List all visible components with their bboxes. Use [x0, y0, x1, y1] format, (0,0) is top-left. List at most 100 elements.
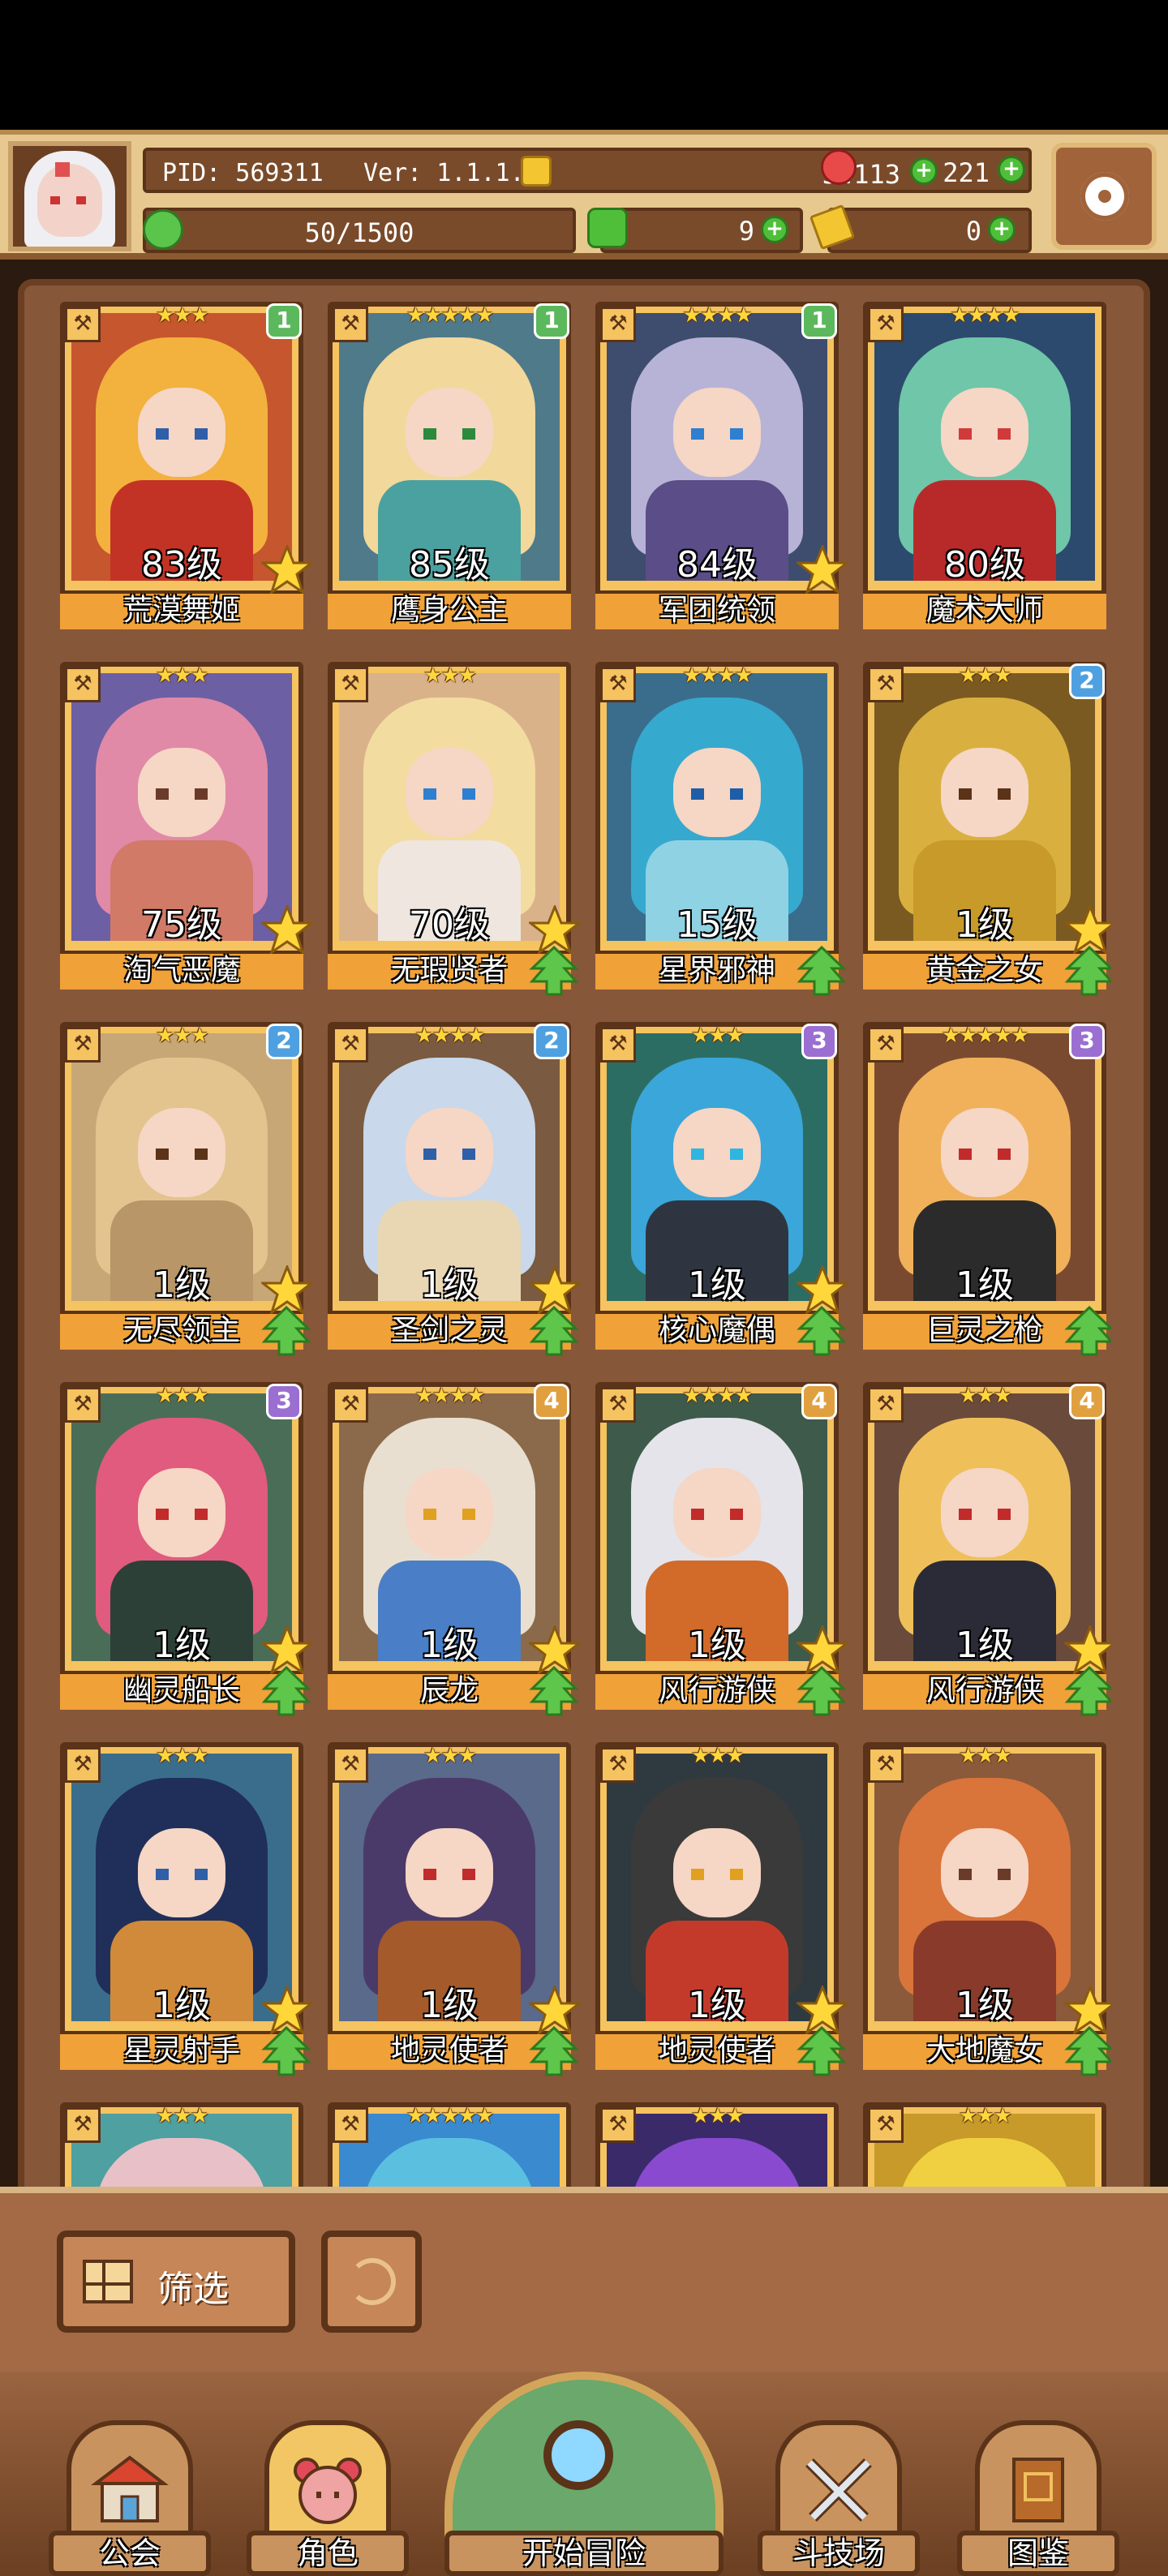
character-eye — [156, 1148, 169, 1160]
character-card[interactable]: ⚒ ★★★★ 15级 星界邪神 — [595, 662, 847, 996]
character-card[interactable]: ⚒ ★★★ 1 83级 荒漠舞姬 — [60, 302, 316, 634]
avatar-face — [37, 164, 102, 237]
avatar-bow — [55, 162, 70, 177]
character-eye — [998, 428, 1011, 440]
rank-badge: 3 — [266, 1384, 302, 1419]
character-card[interactable]: ⚒ ★★★ 4 1级 风行游侠 — [863, 1382, 1111, 1716]
rank-badge: 1 — [534, 303, 569, 339]
character-eye — [959, 1869, 972, 1880]
rank-badge: 4 — [534, 1384, 569, 1419]
character-eye — [423, 1869, 436, 1880]
character-face — [138, 748, 225, 837]
character-eye — [691, 1148, 704, 1160]
character-card[interactable]: ⚒ ★★★ 2 1级 黄金之女 — [863, 662, 1111, 996]
add-gem-icon[interactable]: + — [998, 156, 1025, 183]
character-eye — [423, 1148, 436, 1160]
character-name: 荒漠舞姬 — [60, 590, 303, 629]
nav-guild[interactable]: 公会 — [49, 2420, 211, 2576]
character-card[interactable]: ⚒ ★★★ 3 1级 核心魔偶 — [595, 1022, 851, 1356]
character-card[interactable]: ⚒ ★★★ 1级 地灵使者 — [595, 1742, 851, 2076]
upgrade-arrow-icon — [529, 1665, 579, 1716]
upgrade-arrow-icon — [1064, 945, 1111, 996]
character-card[interactable]: ⚒ ★★★★ 80级 魔术大师 — [863, 302, 1106, 634]
upgrade-arrow-icon — [1064, 2025, 1111, 2076]
character-eye — [156, 428, 169, 440]
add-clover-icon[interactable]: + — [761, 216, 788, 243]
upgrade-arrow-icon — [797, 945, 847, 996]
level-label: 80级 — [944, 544, 1025, 586]
character-eye — [691, 428, 704, 440]
rank-badge: 4 — [1069, 1384, 1105, 1419]
avatar-eye — [76, 196, 86, 204]
filter-button[interactable]: 筛选 — [57, 2230, 295, 2333]
upgrade-arrow-icon — [797, 2025, 847, 2076]
upgrade-arrow-icon — [529, 945, 579, 996]
character-card[interactable]: ⚒ ★★★ 1级 地灵使者 — [328, 1742, 583, 2076]
character-card[interactable]: ⚒ ★★★ 3 1级 幽灵船长 — [60, 1382, 316, 1716]
nav-arena[interactable]: 斗技场 — [758, 2420, 920, 2576]
character-card[interactable]: ⚒ ★★★★ 4 1级 风行游侠 — [595, 1382, 851, 1716]
book-icon — [999, 2453, 1077, 2527]
character-eye — [423, 1509, 436, 1520]
star-rating: ★★★ — [423, 1744, 477, 1768]
character-eye — [959, 1509, 972, 1520]
character-card[interactable]: ⚒ ★★★ 2 1级 无尽领主 — [60, 1022, 316, 1356]
refresh-button[interactable] — [321, 2230, 422, 2333]
avatar-eye — [50, 196, 60, 204]
nav-codex[interactable]: 图鉴 — [957, 2420, 1119, 2576]
settings-button[interactable] — [1051, 143, 1157, 250]
rank-badge: 2 — [266, 1024, 302, 1059]
filter-label: 筛选 — [157, 2269, 229, 2310]
rank-badge: 1 — [266, 303, 302, 339]
character-face-icon — [289, 2453, 367, 2527]
character-card[interactable]: ⚒ ★★★ — [60, 2102, 303, 2192]
star-rating: ★★★ — [959, 1744, 1012, 1768]
upgrade-arrow-icon — [261, 1305, 311, 1356]
character-face — [941, 1828, 1028, 1917]
character-card[interactable]: ⚒ ★★★ 75级 淘气恶魔 — [60, 662, 316, 994]
player-avatar[interactable] — [8, 141, 131, 251]
level-label: 15级 — [676, 904, 758, 946]
character-face — [406, 388, 493, 477]
rank-badge: 2 — [534, 1024, 569, 1059]
add-key-icon[interactable]: + — [988, 216, 1016, 243]
star-rating: ★★★★ — [682, 663, 753, 688]
upgrade-arrow-icon — [261, 2025, 311, 2076]
character-card[interactable]: ⚒ ★★★★ 4 1级 辰龙 — [328, 1382, 583, 1716]
character-face — [406, 748, 493, 837]
key-amount: 0 — [965, 216, 981, 247]
character-card[interactable]: ⚒ ★★★ — [595, 2102, 839, 2192]
character-card[interactable]: ⚒ ★★★ — [863, 2102, 1106, 2192]
upgrade-arrow-icon — [261, 1665, 311, 1716]
rank-badge: 4 — [801, 1384, 837, 1419]
character-face — [406, 1108, 493, 1197]
character-eye — [462, 1869, 475, 1880]
nav-characters[interactable]: 角色 — [247, 2420, 409, 2576]
gold-coin-icon — [521, 156, 552, 187]
character-card[interactable]: ⚒ ★★★★★ 1 85级 鹰身公主 — [328, 302, 571, 634]
character-grid[interactable]: ⚒ ★★★ 1 83级 荒漠舞姬 ⚒ ★★★★★ 1 85级 鹰身公主 ⚒ ★★★★ 1 84级 军团统领 ⚒… — [60, 302, 1111, 2192]
character-eye — [730, 1148, 743, 1160]
upgrade-arrow-icon — [529, 1305, 579, 1356]
level-label: 85级 — [409, 544, 490, 586]
character-face — [138, 1828, 225, 1917]
character-face — [406, 1828, 493, 1917]
character-card[interactable]: ⚒ ★★★★★ 3 1级 巨灵之枪 — [863, 1022, 1111, 1356]
character-eye — [195, 1869, 208, 1880]
character-card[interactable]: ⚒ ★★★ 1级 大地魔女 — [863, 1742, 1111, 2076]
nav-adventure[interactable]: 开始冒险 — [444, 2372, 724, 2576]
bottom-navigation: 公会 角色 开始冒险 斗技场 图鉴 — [0, 2372, 1168, 2576]
character-eye — [730, 788, 743, 800]
character-eye — [998, 788, 1011, 800]
character-card[interactable]: ⚒ ★★★★ 1 84级 军团统领 — [595, 302, 851, 634]
character-card[interactable]: ⚒ ★★★ 70级 无瑕贤者 — [328, 662, 583, 996]
gear-icon — [1080, 172, 1129, 221]
character-face — [673, 748, 761, 837]
version-label: Ver: 1.1.1.6 — [363, 159, 539, 187]
character-eye — [462, 788, 475, 800]
character-face — [138, 388, 225, 477]
character-card[interactable]: ⚒ ★★★ 1级 星灵射手 — [60, 1742, 316, 2076]
character-card[interactable]: ⚒ ★★★★★ — [328, 2102, 571, 2192]
character-card[interactable]: ⚒ ★★★★ 2 1级 圣剑之灵 — [328, 1022, 583, 1356]
character-eye — [998, 1509, 1011, 1520]
